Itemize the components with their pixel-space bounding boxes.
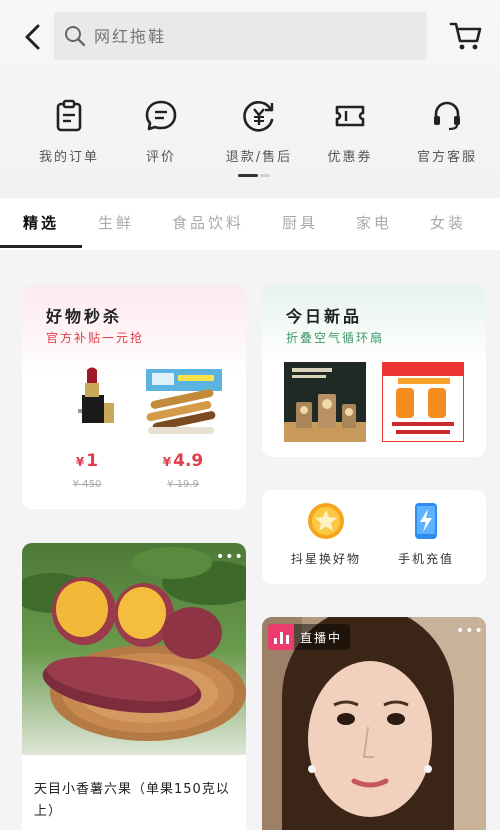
price-value: 1 <box>86 451 99 471</box>
original-price: ¥ 19.9 <box>167 479 199 490</box>
services-card: 抖星换好物 手机充值 <box>262 490 486 584</box>
egg-roll-product-image[interactable] <box>140 365 226 437</box>
live-label: 直播中 <box>300 630 343 645</box>
quick-link-label: 我的订单 <box>38 150 99 165</box>
star-badge-icon <box>308 503 344 539</box>
flash-sale-title: 好物秒杀 <box>46 307 123 326</box>
service-label: 手机充值 <box>397 552 454 566</box>
live-bars-icon <box>268 624 294 650</box>
product-card[interactable]: ••• 天目小香薯六果（单果150克以上） <box>22 543 246 830</box>
live-stream-card[interactable]: 直播中 ••• <box>262 617 486 830</box>
tab-fresh[interactable]: 生鲜 <box>98 212 134 233</box>
active-tab-underline <box>0 245 82 248</box>
quick-link-support[interactable]: 官方客服 <box>402 98 492 165</box>
live-badge: 直播中 <box>268 624 351 650</box>
more-options-icon[interactable]: ••• <box>216 549 244 565</box>
quick-link-label: 官方客服 <box>416 150 477 165</box>
search-bar[interactable] <box>54 12 427 60</box>
new-today-title: 今日新品 <box>286 307 363 326</box>
tab-appliances[interactable]: 家电 <box>356 212 392 233</box>
cart-icon[interactable] <box>449 20 483 52</box>
service-label: 抖星换好物 <box>290 552 361 566</box>
tab-featured[interactable]: 精选 <box>23 212 59 233</box>
new-today-card[interactable]: 今日新品 折叠空气循环扇 <box>262 285 486 457</box>
page: 我的订单 评价 退款/售后 优惠券 <box>0 0 500 830</box>
flash-price: ¥4.9 <box>140 451 226 471</box>
flash-sale-card[interactable]: 好物秒杀 官方补贴一元抢 ¥1 ¥ 450 ¥4.9 ¥ 19.9 <box>22 285 246 509</box>
back-arrow-icon[interactable] <box>20 22 46 52</box>
quick-link-reviews[interactable]: 评价 <box>116 98 206 165</box>
chat-bubble-icon <box>145 100 177 131</box>
star-exchange-link[interactable]: 抖星换好物 <box>276 502 376 567</box>
product-title: 天目小香薯六果（单果150克以上） <box>34 782 230 819</box>
category-tabs: 精选 生鲜 食品饮料 厨具 家电 女装 <box>0 198 500 250</box>
product-image[interactable] <box>22 543 246 755</box>
quick-link-label: 优惠券 <box>327 150 373 165</box>
currency-symbol: ¥ <box>162 455 172 469</box>
clipboard-icon <box>56 99 82 132</box>
page-indicator <box>238 174 270 177</box>
quick-link-label: 评价 <box>145 150 176 165</box>
refund-yen-icon <box>243 101 274 132</box>
price-value: 4.9 <box>173 451 204 471</box>
tab-food-drinks[interactable]: 食品饮料 <box>172 212 244 233</box>
quick-link-label: 退款/售后 <box>225 150 293 165</box>
lipstick-product-image[interactable] <box>44 365 130 437</box>
flash-price: ¥1 <box>44 451 130 471</box>
sweet-potato-illustration <box>22 547 246 741</box>
currency-symbol: ¥ <box>75 455 85 469</box>
search-input[interactable] <box>94 26 384 46</box>
tab-kitchenware[interactable]: 厨具 <box>282 212 318 233</box>
quick-link-coupons[interactable]: 优惠券 <box>305 98 395 165</box>
fan-product-image[interactable] <box>284 362 366 442</box>
flash-sale-subtitle: 官方补贴一元抢 <box>46 331 145 345</box>
tab-womens-wear[interactable]: 女装 <box>430 212 466 233</box>
phone-charge-icon <box>415 503 437 539</box>
search-icon <box>65 26 86 47</box>
original-price: ¥ 450 <box>72 479 102 490</box>
coupon-ticket-icon <box>335 105 365 127</box>
new-today-subtitle: 折叠空气循环扇 <box>286 331 385 345</box>
quick-link-refund[interactable]: 退款/售后 <box>214 98 304 165</box>
more-options-icon[interactable]: ••• <box>456 623 484 639</box>
supplement-product-image[interactable] <box>382 362 464 442</box>
quick-link-orders[interactable]: 我的订单 <box>24 98 114 165</box>
headset-icon <box>434 101 460 131</box>
phone-recharge-link[interactable]: 手机充值 <box>376 502 476 567</box>
